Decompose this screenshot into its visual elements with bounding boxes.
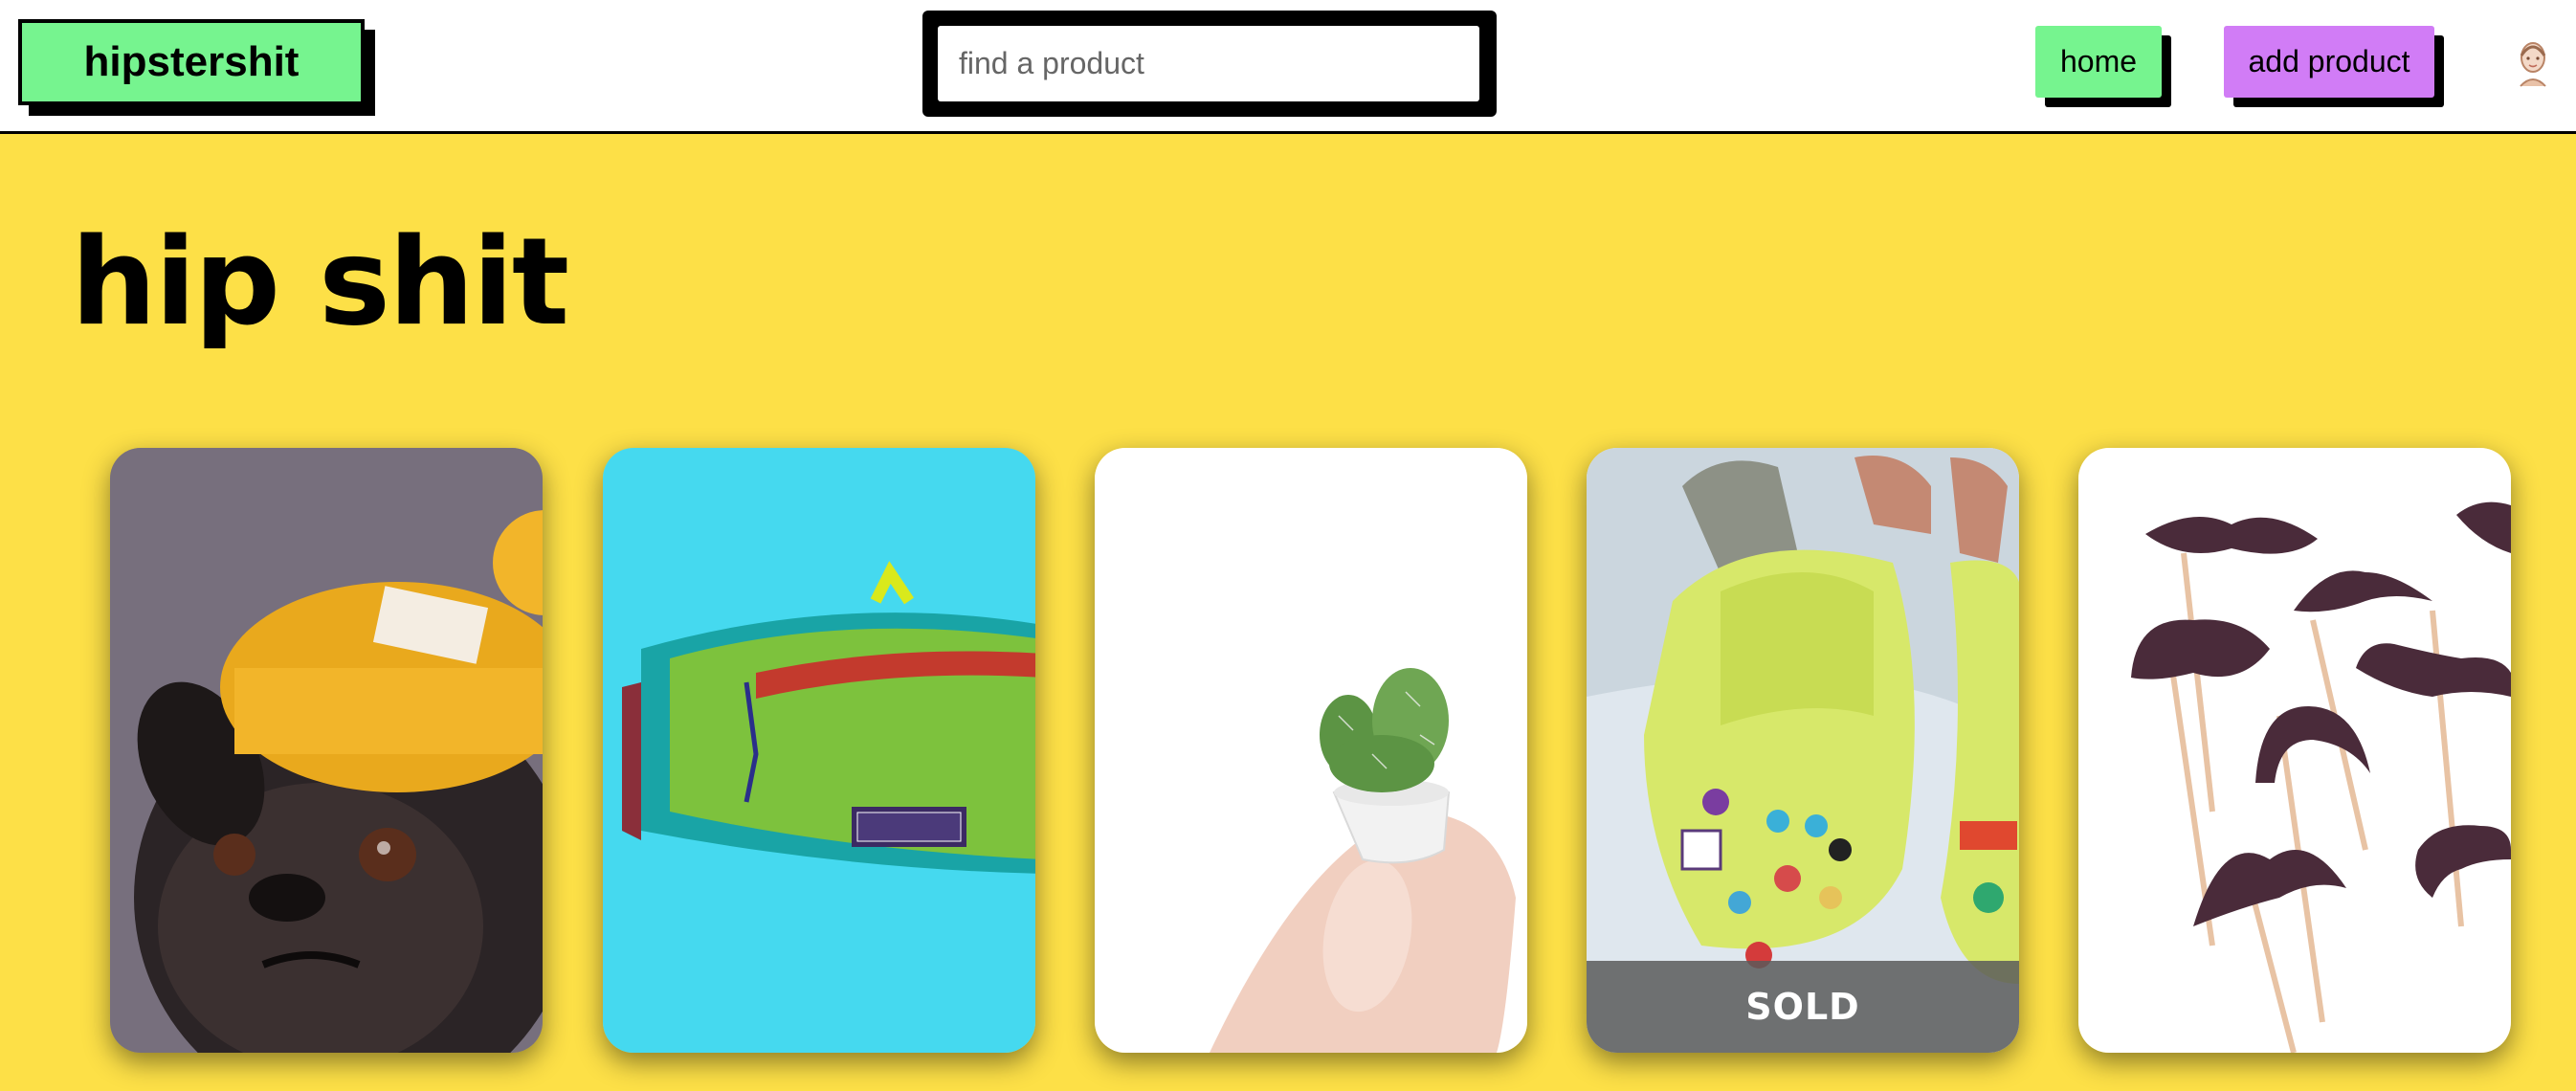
sold-badge: SOLD xyxy=(1587,961,2019,1053)
product-card[interactable] xyxy=(110,448,543,1053)
search-input[interactable] xyxy=(938,26,1479,101)
product-card[interactable] xyxy=(603,448,1035,1053)
mini-cactus-image xyxy=(1095,448,1527,1053)
search-box xyxy=(922,11,1497,117)
product-card[interactable] xyxy=(2078,448,2511,1053)
product-card[interactable] xyxy=(1095,448,1527,1053)
patagonia-fanny-pack-image xyxy=(603,448,1035,1053)
add-product-button[interactable]: add product xyxy=(2224,26,2434,98)
top-nav-bar: hipstershit home add product xyxy=(0,0,2576,134)
user-avatar-icon[interactable] xyxy=(2517,38,2549,88)
pug-in-beanie-image xyxy=(110,448,543,1053)
mustache-props-image xyxy=(2078,448,2511,1053)
home-button[interactable]: home xyxy=(2035,26,2162,98)
product-card[interactable]: SOLD xyxy=(1587,448,2019,1053)
page-title: hip shit xyxy=(71,212,569,352)
site-logo[interactable]: hipstershit xyxy=(18,19,365,105)
